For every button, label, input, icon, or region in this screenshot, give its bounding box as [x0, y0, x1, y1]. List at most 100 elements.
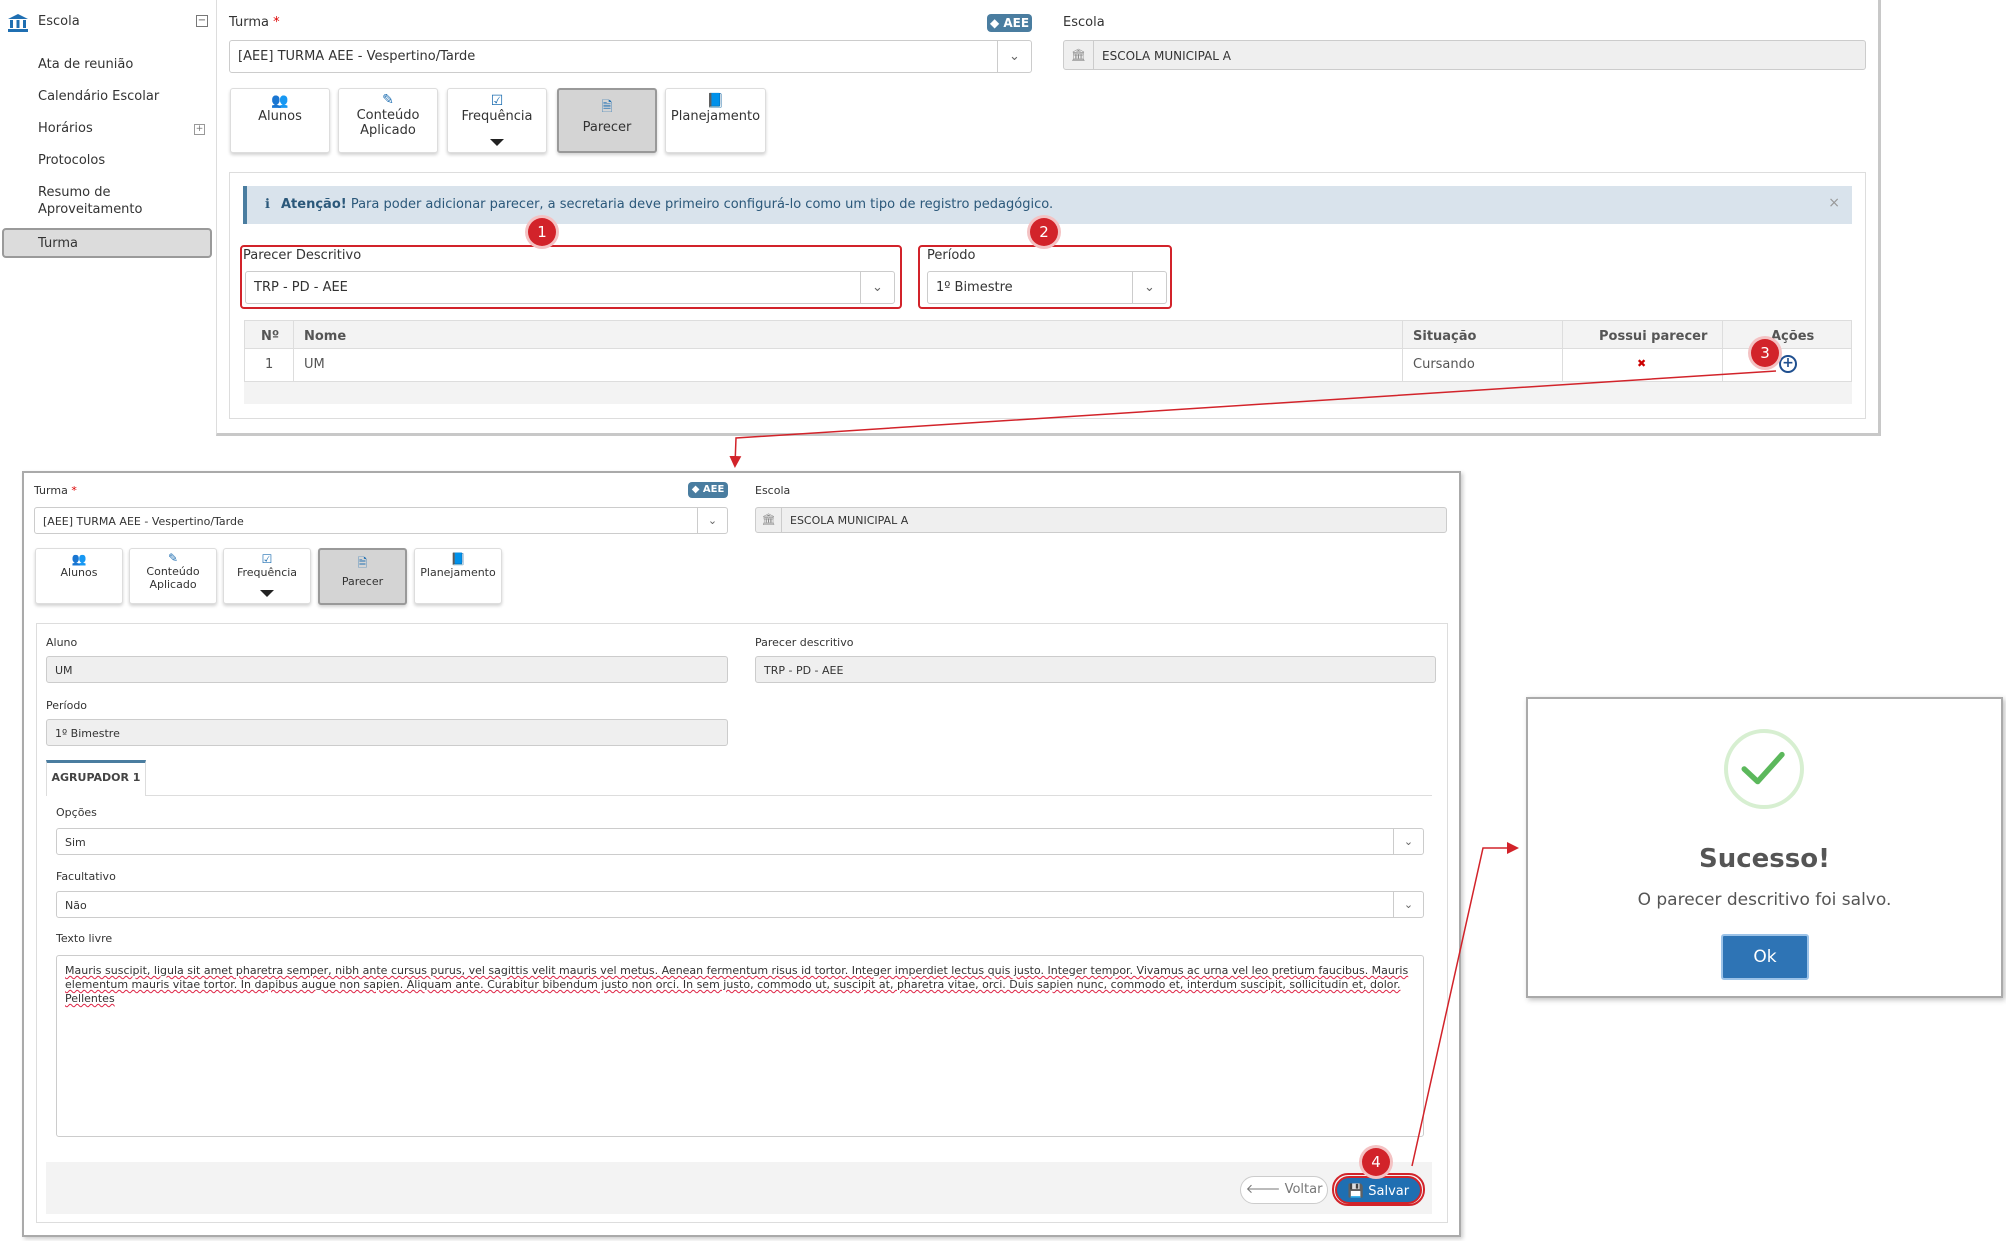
arrow-left-icon: 🡐 — [1245, 1182, 1281, 1197]
bank-icon — [8, 14, 28, 32]
sidebar-header[interactable]: Escola − — [8, 12, 208, 34]
info-icon: ℹ — [265, 197, 270, 212]
aee-badge: ◆ AEE — [987, 14, 1032, 32]
sidebar-active-highlight — [2, 228, 212, 258]
escola-field: 🏛 ESCOLA MUNICIPAL A — [755, 507, 1447, 533]
book-icon: 📘 — [450, 552, 466, 566]
modal-message: O parecer descritivo foi salvo. — [1637, 890, 1892, 910]
book-icon: 📘 — [706, 93, 725, 109]
bank-icon: 🏛 — [756, 508, 782, 532]
users-icon: 👥 — [271, 93, 289, 109]
parecer-descritivo-label: Parecer descritivo — [755, 636, 854, 649]
tab-frequencia-label: Frequência — [236, 566, 298, 579]
table-header: Nº Nome Situação Possui parecer Ações — [245, 321, 1851, 349]
check-square-icon: ☑ — [261, 552, 273, 566]
x-mark-icon: ✖ — [1637, 357, 1647, 370]
escola-value: ESCOLA MUNICIPAL A — [1102, 49, 1231, 63]
alunos-table: Nº Nome Situação Possui parecer Ações 1 … — [244, 320, 1852, 382]
success-modal: Sucesso! O parecer descritivo foi salvo.… — [1526, 697, 2003, 998]
turma-label: Turma * — [34, 484, 77, 497]
tab-frequencia[interactable]: ☑ Frequência — [447, 88, 547, 153]
row-nome: UM — [304, 357, 325, 372]
texto-livre-textarea[interactable]: Mauris suscipit, ligula sit amet pharetr… — [56, 955, 1424, 1137]
tab-planejamento[interactable]: 📘 Planejamento — [414, 548, 502, 604]
table-row: 1 UM Cursando ✖ + — [245, 349, 1851, 381]
col-situacao: Situação — [1413, 329, 1477, 344]
tab-parecer[interactable]: 🗎 Parecer — [318, 548, 407, 605]
tab-planejamento-label: Planejamento — [420, 566, 496, 579]
annotation-4: 4 — [1362, 1148, 1390, 1176]
tab-parecer[interactable]: 🗎 Parecer — [557, 88, 657, 153]
chevron-down-icon: ⌄ — [997, 41, 1031, 72]
check-square-icon: ☑ — [490, 93, 504, 109]
document-icon: 🗎 — [601, 99, 613, 115]
magic-wand-icon: ✎ — [382, 92, 394, 108]
users-icon: 👥 — [71, 552, 87, 566]
opcoes-select[interactable]: Sim ⌄ — [56, 828, 1424, 855]
periodo-label: Período — [46, 699, 88, 712]
success-check-icon — [1724, 729, 1804, 809]
tab-alunos-label: Alunos — [60, 566, 98, 579]
caret-down-icon — [260, 590, 274, 597]
escola-label: Escola — [1063, 15, 1105, 30]
col-acoes: Ações — [1771, 329, 1815, 344]
sidebar-item-horarios[interactable]: Horários — [38, 120, 93, 137]
chevron-down-icon: ⌄ — [1393, 892, 1423, 917]
parecer-descritivo-value: TRP - PD - AEE — [764, 664, 844, 677]
group-tabs: AGRUPADOR 1 — [46, 760, 1432, 796]
texto-livre-label: Texto livre — [56, 932, 113, 945]
col-numero: Nº — [261, 329, 280, 344]
tab-parecer-label: Parecer — [341, 575, 384, 588]
opcoes-label: Opções — [56, 806, 97, 819]
annotation-3: 3 — [1751, 339, 1779, 367]
tab-planejamento-label: Planejamento — [670, 109, 761, 124]
escola-field: 🏛 ESCOLA MUNICIPAL A — [1063, 40, 1866, 70]
aluno-label: Aluno — [46, 636, 78, 649]
aee-badge: ◆ AEE — [688, 482, 728, 498]
turma-select-value: [AEE] TURMA AEE - Vespertino/Tarde — [238, 49, 476, 64]
tab-alunos[interactable]: 👥 Alunos — [230, 88, 330, 153]
escola-value: ESCOLA MUNICIPAL A — [790, 514, 909, 527]
parecer-descritivo-field: TRP - PD - AEE — [755, 656, 1436, 683]
turma-select[interactable]: [AEE] TURMA AEE - Vespertino/Tarde ⌄ — [34, 507, 728, 534]
tab-conteudo-label-2: Aplicado — [149, 578, 197, 591]
chevron-down-icon: ⌄ — [697, 508, 727, 533]
opcoes-value: Sim — [65, 836, 86, 849]
table-footer — [244, 382, 1852, 404]
aluno-value: UM — [55, 664, 73, 677]
col-possui-parecer: Possui parecer — [1599, 329, 1708, 344]
tab-agrupador-1[interactable]: AGRUPADOR 1 — [46, 760, 146, 796]
expand-icon[interactable]: + — [194, 124, 205, 135]
caret-down-icon — [490, 139, 504, 146]
tab-conteudo-aplicado[interactable]: ✎ Conteúdo Aplicado — [129, 548, 217, 604]
voltar-button[interactable]: 🡐 Voltar — [1240, 1176, 1328, 1204]
sidebar-item-resumo-de-aproveitamento[interactable]: Resumo de Aproveitamento — [38, 184, 188, 218]
periodo-field: 1º Bimestre — [46, 719, 728, 746]
tab-planejamento[interactable]: 📘 Planejamento — [665, 88, 766, 153]
form-footer — [46, 1162, 1432, 1214]
highlight-salvar — [1332, 1173, 1425, 1206]
chevron-down-icon: ⌄ — [1393, 829, 1423, 854]
escola-label: Escola — [755, 484, 791, 497]
tab-frequencia[interactable]: ☑ Frequência — [223, 548, 311, 604]
ok-button[interactable]: Ok — [1721, 934, 1809, 980]
sidebar-item-turma[interactable]: Turma — [38, 235, 78, 252]
tab-alunos[interactable]: 👥 Alunos — [35, 548, 123, 604]
facultativo-select[interactable]: Não ⌄ — [56, 891, 1424, 918]
col-nome: Nome — [304, 329, 347, 344]
highlight-parecer-descritivo — [240, 245, 902, 309]
collapse-icon[interactable]: − — [196, 15, 208, 27]
sidebar-item-ata-de-reuniao[interactable]: Ata de reunião — [38, 56, 133, 73]
tab-parecer-label: Parecer — [582, 120, 632, 135]
sidebar-title: Escola — [38, 14, 80, 29]
turma-select[interactable]: [AEE] TURMA AEE - Vespertino/Tarde ⌄ — [229, 40, 1032, 73]
tab-conteudo-label-1: Conteúdo — [146, 565, 200, 578]
sidebar-item-calendario-escolar[interactable]: Calendário Escolar — [38, 88, 159, 105]
close-icon[interactable]: × — [1828, 195, 1840, 211]
add-parecer-button[interactable]: + — [1779, 355, 1797, 373]
tab-conteudo-aplicado[interactable]: ✎ Conteúdo Aplicado — [338, 88, 438, 153]
sidebar-item-protocolos[interactable]: Protocolos — [38, 152, 105, 169]
highlight-periodo — [918, 245, 1172, 309]
aluno-field: UM — [46, 656, 728, 683]
tab-frequencia-label: Frequência — [461, 109, 533, 124]
